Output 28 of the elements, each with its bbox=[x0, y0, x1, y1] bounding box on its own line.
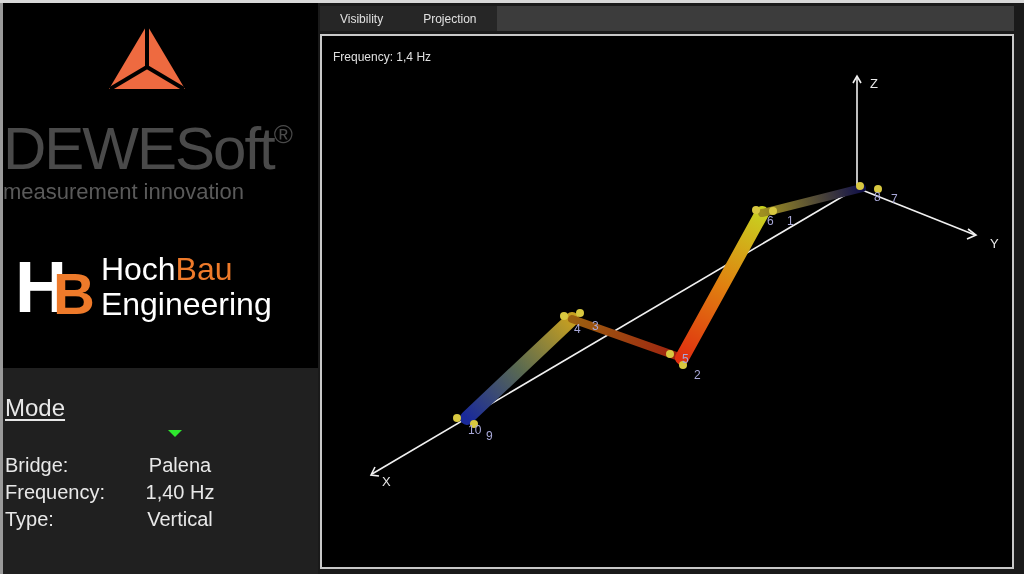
field-label: Bridge: bbox=[5, 453, 70, 478]
tagline: measurement innovation bbox=[3, 181, 245, 203]
frequency-label: Frequency: 1,4 Hz bbox=[333, 49, 432, 66]
field-label: Type: bbox=[5, 507, 55, 532]
tab[interactable]: Visibility bbox=[320, 6, 404, 31]
triangle-logo-icon bbox=[107, 23, 187, 91]
registered-mark: ® bbox=[273, 121, 293, 147]
field-value: 1,40 Hz bbox=[144, 480, 216, 505]
field-value: Palena bbox=[147, 453, 213, 478]
node-label: 6 bbox=[767, 214, 774, 228]
axis-label: Z bbox=[870, 76, 878, 91]
partner-subtitle: Engineering bbox=[100, 287, 272, 323]
node-label: 9 bbox=[486, 429, 493, 443]
partner-name: Bau bbox=[175, 251, 233, 287]
mode-title: Mode bbox=[5, 393, 66, 423]
node-label: 10 bbox=[468, 423, 482, 437]
partner-name: Hoch bbox=[100, 251, 176, 287]
node-label: 2 bbox=[694, 368, 701, 382]
node-label: 4 bbox=[574, 322, 581, 336]
dropdown-caret-icon[interactable] bbox=[168, 430, 182, 438]
tab[interactable]: Projection bbox=[403, 6, 497, 31]
field-label: Frequency: bbox=[5, 480, 107, 505]
axis-label: Y bbox=[990, 236, 999, 251]
company-name: DEWESoft bbox=[3, 119, 274, 179]
node-label: 1 bbox=[787, 214, 794, 228]
axis-label: X bbox=[382, 474, 391, 489]
node-label: 3 bbox=[592, 319, 599, 333]
field-value: Vertical bbox=[146, 507, 214, 532]
